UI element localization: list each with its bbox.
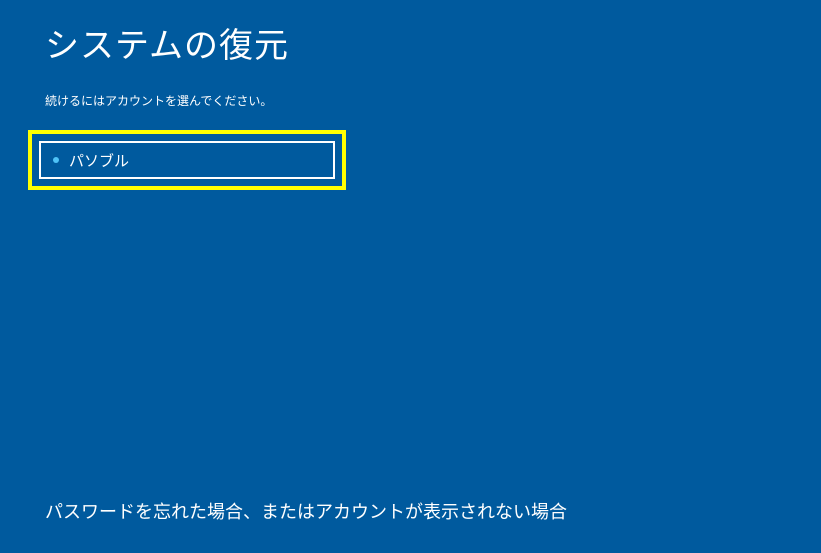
page-title: システムの復元: [45, 18, 289, 67]
bullet-icon: [53, 157, 59, 163]
forgot-password-link[interactable]: パスワードを忘れた場合、またはアカウントが表示されない場合: [45, 498, 567, 524]
account-label: パソブル: [69, 150, 129, 171]
account-item[interactable]: パソブル: [39, 141, 335, 179]
instruction-text: 続けるにはアカウントを選んでください。: [45, 92, 272, 109]
highlight-annotation: パソブル: [28, 130, 346, 190]
